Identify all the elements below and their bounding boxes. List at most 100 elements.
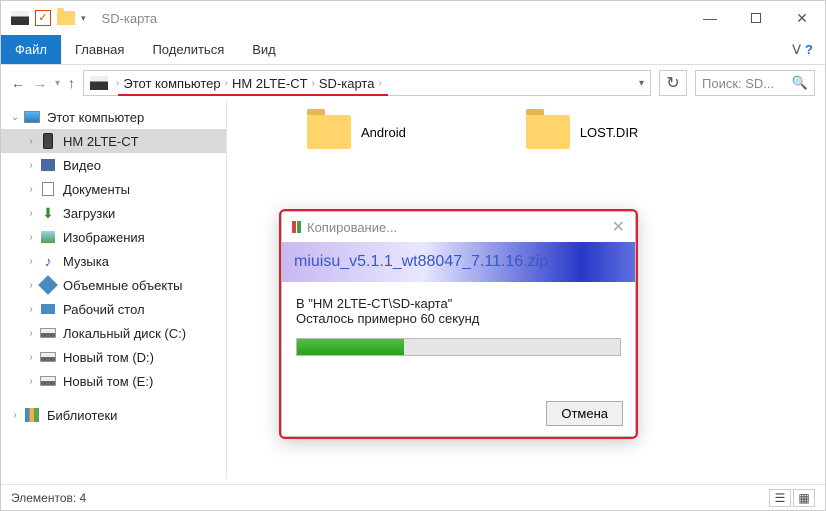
address-bar[interactable]: › Этот компьютер › HM 2LTE-CT › SD-карта… <box>83 70 651 96</box>
qat-dropdown-icon[interactable]: ▾ <box>81 13 86 24</box>
tab-file[interactable]: Файл <box>1 35 61 64</box>
progress-fill <box>297 339 404 355</box>
folder-label: Android <box>361 125 406 140</box>
tab-view[interactable]: Вид <box>238 35 290 64</box>
annotation-underline <box>118 94 388 96</box>
breadcrumb-segment[interactable]: SD-карта <box>319 76 375 91</box>
folder-item[interactable]: Android <box>307 115 406 149</box>
nav-history-dropdown[interactable]: ▾ <box>55 78 60 89</box>
search-input[interactable]: Поиск: SD... 🔍 <box>695 70 815 96</box>
tree-item-documents[interactable]: › Документы <box>1 177 226 201</box>
tree-label: Библиотеки <box>47 408 117 423</box>
tree-label: Новый том (E:) <box>63 374 153 389</box>
tree-item-music[interactable]: › ♪ Музыка <box>1 249 226 273</box>
ribbon-expand-icon[interactable]: ᐯ <box>792 42 801 58</box>
chevron-right-icon[interactable]: › <box>23 280 39 291</box>
dialog-close-button[interactable]: ✕ <box>612 217 625 237</box>
status-count: Элементов: 4 <box>11 491 86 505</box>
chevron-right-icon[interactable]: › <box>23 328 39 339</box>
tree-label: HM 2LTE-CT <box>63 134 139 149</box>
tree-label: Рабочий стол <box>63 302 145 317</box>
tree-item-drive-e[interactable]: › Новый том (E:) <box>1 369 226 393</box>
tree-label: Объемные объекты <box>63 278 183 293</box>
tree-item-pictures[interactable]: › Изображения <box>1 225 226 249</box>
chevron-right-icon[interactable]: › <box>23 208 39 219</box>
maximize-button[interactable] <box>733 1 779 35</box>
chevron-right-icon[interactable]: › <box>23 160 39 171</box>
address-drive-icon <box>90 76 108 90</box>
chevron-right-icon[interactable]: › <box>23 232 39 243</box>
qat-properties-icon[interactable]: ✓ <box>35 10 51 26</box>
music-icon: ♪ <box>39 253 57 269</box>
chevron-down-icon[interactable]: ⌄ <box>7 112 23 123</box>
3d-icon <box>38 275 58 295</box>
status-bar: Элементов: 4 ☰ ▦ <box>1 484 825 510</box>
chevron-right-icon[interactable]: › <box>221 78 232 89</box>
tree-label: Музыка <box>63 254 109 269</box>
address-dropdown-icon[interactable]: ▾ <box>639 78 644 89</box>
tree-item-drive-c[interactable]: › Локальный диск (C:) <box>1 321 226 345</box>
pictures-icon <box>41 231 55 243</box>
chevron-right-icon[interactable]: › <box>23 256 39 267</box>
refresh-button[interactable]: ↻ <box>659 70 687 96</box>
chevron-right-icon[interactable]: › <box>112 78 123 89</box>
chevron-right-icon[interactable]: › <box>23 376 39 387</box>
copy-icon <box>292 221 301 233</box>
tab-home[interactable]: Главная <box>61 35 138 64</box>
tree-sidebar[interactable]: ⌄ Этот компьютер › HM 2LTE-CT › Видео › … <box>1 101 227 479</box>
dialog-titlebar[interactable]: Копирование... ✕ <box>282 212 635 242</box>
nav-forward-button[interactable]: → <box>33 75 47 91</box>
drive-icon <box>40 352 56 362</box>
tree-libraries[interactable]: › Библиотеки <box>1 403 226 427</box>
dialog-banner: miuisu_v5.1.1_wt88047_7.11.16.zip <box>282 242 635 282</box>
tree-label: Документы <box>63 182 130 197</box>
nav-up-button[interactable]: ↑ <box>68 75 75 91</box>
chevron-right-icon[interactable]: › <box>23 184 39 195</box>
chevron-right-icon[interactable]: › <box>308 78 319 89</box>
chevron-right-icon[interactable]: › <box>23 304 39 315</box>
tree-label: Локальный диск (C:) <box>63 326 186 341</box>
folder-item[interactable]: LOST.DIR <box>526 115 639 149</box>
view-icons-button[interactable]: ▦ <box>793 489 815 507</box>
copy-remaining: Осталось примерно 60 секунд <box>296 311 621 326</box>
folder-label: LOST.DIR <box>580 125 639 140</box>
tree-item-drive-d[interactable]: › Новый том (D:) <box>1 345 226 369</box>
view-details-button[interactable]: ☰ <box>769 489 791 507</box>
tree-label: Изображения <box>63 230 145 245</box>
ribbon-help-icon[interactable]: ? <box>805 42 813 57</box>
tab-share[interactable]: Поделиться <box>138 35 238 64</box>
breadcrumb-segment[interactable]: Этот компьютер <box>123 76 220 91</box>
chevron-right-icon[interactable]: › <box>374 78 385 89</box>
window-title: SD-карта <box>102 11 158 26</box>
cancel-button[interactable]: Отмена <box>546 401 623 426</box>
chevron-right-icon[interactable]: › <box>7 410 23 421</box>
copy-dialog: Копирование... ✕ miuisu_v5.1.1_wt88047_7… <box>281 211 636 437</box>
drive-icon <box>40 376 56 386</box>
tree-label: Загрузки <box>63 206 115 221</box>
phone-icon <box>43 133 53 149</box>
tree-label: Видео <box>63 158 101 173</box>
tree-label: Этот компьютер <box>47 110 144 125</box>
progress-bar <box>296 338 621 356</box>
document-icon <box>42 182 54 196</box>
copy-destination: В "HM 2LTE-CT\SD-карта" <box>296 296 621 311</box>
minimize-button[interactable]: — <box>687 1 733 35</box>
chevron-right-icon[interactable]: › <box>23 136 39 147</box>
tree-label: Новый том (D:) <box>63 350 154 365</box>
download-icon: ⬇ <box>39 205 57 221</box>
breadcrumb-segment[interactable]: HM 2LTE-CT <box>232 76 308 91</box>
tree-item-desktop[interactable]: › Рабочий стол <box>1 297 226 321</box>
qat-folder-icon[interactable] <box>57 11 75 25</box>
tree-item-videos[interactable]: › Видео <box>1 153 226 177</box>
dialog-title: Копирование... <box>307 220 397 235</box>
chevron-right-icon[interactable]: › <box>23 352 39 363</box>
tree-item-3d[interactable]: › Объемные объекты <box>1 273 226 297</box>
close-button[interactable]: ✕ <box>779 1 825 35</box>
tree-this-pc[interactable]: ⌄ Этот компьютер <box>1 105 226 129</box>
nav-back-button[interactable]: ← <box>11 75 25 91</box>
tree-item-downloads[interactable]: › ⬇ Загрузки <box>1 201 226 225</box>
qat-drive-icon <box>11 11 29 25</box>
tree-item-device[interactable]: › HM 2LTE-CT <box>1 129 226 153</box>
ribbon-tabs: Файл Главная Поделиться Вид ᐯ ? <box>1 35 825 65</box>
nav-row: ← → ▾ ↑ › Этот компьютер › HM 2LTE-CT › … <box>1 65 825 101</box>
